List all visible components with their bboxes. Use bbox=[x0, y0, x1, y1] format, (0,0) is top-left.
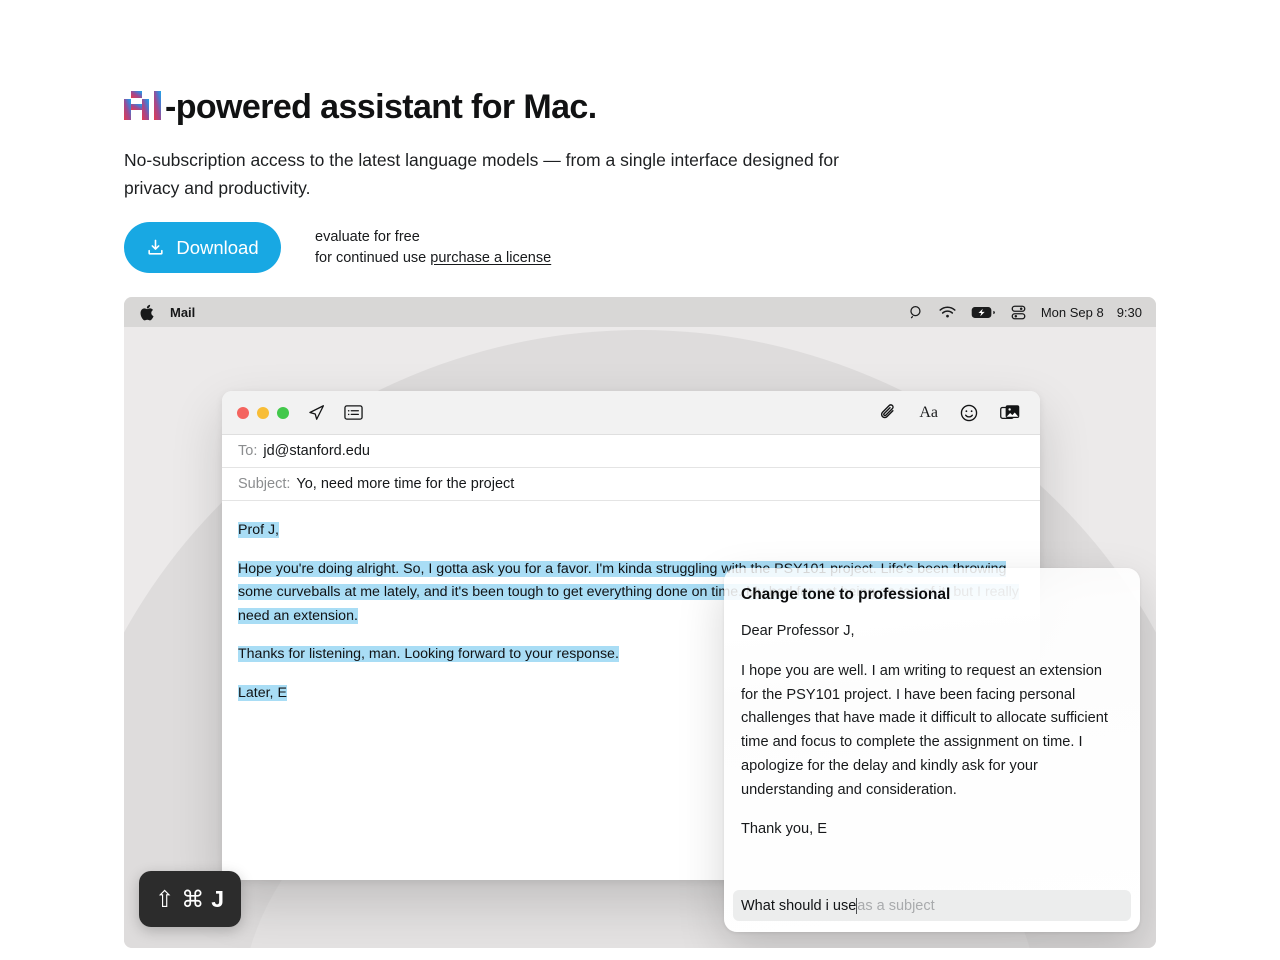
to-field-value: jd@stanford.edu bbox=[263, 443, 370, 459]
macos-menu-bar: Mail Mon Sep 8 9:30 bbox=[124, 297, 1156, 327]
download-button-label: Download bbox=[176, 236, 259, 258]
ai-prompt-title: Change tone to professional bbox=[741, 586, 951, 603]
ai-input-wrapper: What should i use as a subject bbox=[724, 881, 1140, 932]
apple-menu-icon[interactable] bbox=[140, 304, 154, 321]
attach-paperclip-icon[interactable] bbox=[880, 403, 897, 422]
shift-key-icon: ⇧ bbox=[154, 885, 176, 912]
menu-bar-date: Mon Sep 8 bbox=[1040, 304, 1104, 320]
cta-note: evaluate for free for continued use purc… bbox=[315, 227, 551, 268]
format-text-icon[interactable]: Aa bbox=[919, 404, 938, 422]
wifi-icon[interactable] bbox=[939, 305, 956, 319]
ai-response-paragraph: Thank you, E bbox=[741, 821, 827, 838]
menu-bar-time: 9:30 bbox=[1116, 304, 1142, 320]
window-traffic-lights bbox=[237, 406, 289, 419]
purchase-license-link[interactable]: purchase a license bbox=[430, 250, 551, 266]
landing-page: -powered assistant for Mac. No-subscript… bbox=[0, 0, 1280, 960]
menu-bar-status-items: Mon Sep 8 9:30 bbox=[909, 305, 1142, 320]
to-field-row[interactable]: To: jd@stanford.edu bbox=[222, 435, 1040, 468]
mail-body-text: Prof J, bbox=[238, 522, 279, 538]
close-window-button[interactable] bbox=[237, 406, 249, 419]
subject-field-value: Yo, need more time for the project bbox=[296, 476, 515, 492]
download-button[interactable]: Download bbox=[124, 222, 281, 273]
mail-body-paragraph: Prof J, bbox=[238, 519, 1024, 543]
ai-prompt-typed-text: What should i use bbox=[741, 897, 857, 914]
menu-bar-clock[interactable]: Mon Sep 8 9:30 bbox=[1041, 305, 1142, 320]
cta-note-line2: for continued use purchase a license bbox=[315, 248, 551, 269]
menu-bar-app-name[interactable]: Mail bbox=[170, 305, 195, 320]
maximize-window-button[interactable] bbox=[277, 406, 289, 419]
stationery-icon[interactable] bbox=[344, 404, 363, 421]
compose-toolbar: Aa bbox=[222, 391, 1040, 435]
spotlight-search-icon[interactable] bbox=[909, 305, 924, 320]
download-icon bbox=[146, 238, 165, 257]
to-field-label: To: bbox=[238, 443, 258, 459]
command-key-icon: ⌘ bbox=[181, 885, 206, 912]
subject-field-row[interactable]: Subject: Yo, need more time for the proj… bbox=[222, 468, 1040, 501]
keyboard-shortcut-badge: ⇧ ⌘ J bbox=[139, 871, 241, 927]
product-screenshot: Mail Mon Sep 8 9:30 Aa To: jd@stanford.e… bbox=[124, 297, 1156, 948]
cta-row: Download evaluate for free for continued… bbox=[124, 222, 551, 273]
cta-note-prefix: for continued use bbox=[315, 249, 431, 266]
photos-icon[interactable] bbox=[1000, 404, 1020, 422]
control-center-icon[interactable] bbox=[1011, 305, 1026, 320]
hero-subheadline: No-subscription access to the latest lan… bbox=[124, 150, 839, 199]
minimize-window-button[interactable] bbox=[257, 406, 269, 419]
ai-assistant-popover: Change tone to professional Dear Profess… bbox=[724, 568, 1140, 932]
send-icon[interactable] bbox=[307, 403, 326, 422]
ai-response-content: Change tone to professional Dear Profess… bbox=[724, 568, 1140, 881]
emoji-icon[interactable] bbox=[960, 404, 978, 422]
hero-section: -powered assistant for Mac. No-subscript… bbox=[124, 88, 1024, 203]
mail-body-text: Thanks for listening, man. Looking forwa… bbox=[238, 646, 619, 663]
page-title: -powered assistant for Mac. bbox=[124, 88, 1024, 126]
ai-prompt-input[interactable]: What should i use as a subject bbox=[733, 890, 1131, 921]
subject-field-label: Subject: bbox=[238, 476, 291, 492]
ai-logo-icon bbox=[124, 91, 164, 120]
compose-toolbar-right: Aa bbox=[880, 403, 1020, 422]
ai-response-paragraph: I hope you are well. I am writing to req… bbox=[741, 662, 1108, 798]
shortcut-letter-key: J bbox=[211, 885, 226, 912]
ai-prompt-ghost-text: as a subject bbox=[857, 897, 935, 914]
ai-response-paragraph: Dear Professor J, bbox=[741, 623, 855, 639]
battery-charging-icon[interactable] bbox=[971, 306, 996, 319]
mail-body-text: Later, E bbox=[238, 684, 287, 701]
cta-note-line1: evaluate for free bbox=[315, 228, 420, 245]
page-title-text: -powered assistant for Mac. bbox=[165, 88, 597, 126]
